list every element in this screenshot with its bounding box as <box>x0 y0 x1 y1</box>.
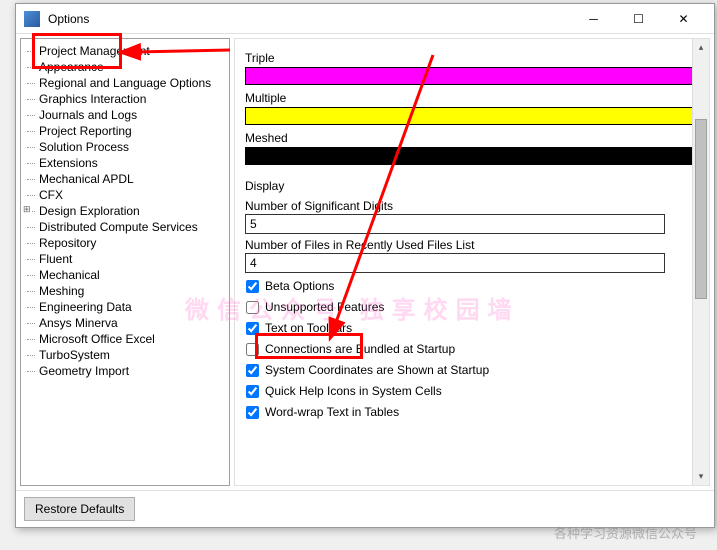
beta-options-checkbox[interactable] <box>246 280 259 293</box>
tree-item-appearance[interactable]: Appearance <box>21 59 229 75</box>
tree-item-extensions[interactable]: Extensions <box>21 155 229 171</box>
tree-item-regional[interactable]: Regional and Language Options <box>21 75 229 91</box>
scroll-down-icon[interactable]: ▾ <box>693 468 709 485</box>
tree-item-distributed[interactable]: Distributed Compute Services <box>21 219 229 235</box>
watermark-text: 各种学习资源微信公众号 <box>554 523 697 542</box>
tree-item-mechanical[interactable]: Mechanical <box>21 267 229 283</box>
toolbars-label: Text on Toolbars <box>265 321 352 335</box>
tree-item-fluent[interactable]: Fluent <box>21 251 229 267</box>
tree-item-project-management[interactable]: Project Management <box>21 43 229 59</box>
digits-input[interactable] <box>245 214 665 234</box>
beta-options-row[interactable]: Beta Options <box>245 278 699 294</box>
quickhelp-checkbox[interactable] <box>246 385 259 398</box>
close-button[interactable]: ✕ <box>661 4 706 34</box>
unsupported-checkbox[interactable] <box>246 301 259 314</box>
dialog-footer: Restore Defaults <box>16 490 714 527</box>
tree-item-turbosystem[interactable]: TurboSystem <box>21 347 229 363</box>
restore-defaults-button[interactable]: Restore Defaults <box>24 497 135 521</box>
quickhelp-row[interactable]: Quick Help Icons in System Cells <box>245 383 699 399</box>
window-title: Options <box>48 12 571 26</box>
unsupported-label: Unsupported Features <box>265 300 384 314</box>
tree-item-cfx[interactable]: CFX <box>21 187 229 203</box>
wordwrap-row[interactable]: Word-wrap Text in Tables <box>245 404 699 420</box>
display-section-title: Display <box>245 179 699 193</box>
tree-item-engineering-data[interactable]: Engineering Data <box>21 299 229 315</box>
multiple-color-picker[interactable] <box>245 107 699 125</box>
maximize-button[interactable]: ☐ <box>616 4 661 34</box>
digits-label: Number of Significant Digits <box>245 199 699 213</box>
wordwrap-label: Word-wrap Text in Tables <box>265 405 399 419</box>
tree-item-journals[interactable]: Journals and Logs <box>21 107 229 123</box>
tree-item-meshing[interactable]: Meshing <box>21 283 229 299</box>
coords-row[interactable]: System Coordinates are Shown at Startup <box>245 362 699 378</box>
recent-files-input[interactable] <box>245 253 665 273</box>
coords-label: System Coordinates are Shown at Startup <box>265 363 489 377</box>
tree-item-repository[interactable]: Repository <box>21 235 229 251</box>
scroll-thumb[interactable] <box>695 119 707 299</box>
tree-item-reporting[interactable]: Project Reporting <box>21 123 229 139</box>
unsupported-row[interactable]: Unsupported Features <box>245 299 699 315</box>
tree-item-graphics[interactable]: Graphics Interaction <box>21 91 229 107</box>
category-tree[interactable]: Project Management Appearance Regional a… <box>20 38 230 486</box>
recent-files-label: Number of Files in Recently Used Files L… <box>245 238 699 252</box>
minimize-button[interactable]: ─ <box>571 4 616 34</box>
titlebar: Options ─ ☐ ✕ <box>16 4 714 34</box>
connections-label: Connections are Bundled at Startup <box>265 342 455 356</box>
app-icon <box>24 11 40 27</box>
tree-item-design-exploration[interactable]: Design Exploration <box>21 203 229 219</box>
tree-item-solution[interactable]: Solution Process <box>21 139 229 155</box>
tree-item-office-excel[interactable]: Microsoft Office Excel <box>21 331 229 347</box>
toolbars-row[interactable]: Text on Toolbars <box>245 320 699 336</box>
connections-row[interactable]: Connections are Bundled at Startup <box>245 341 699 357</box>
tree-item-geometry-import[interactable]: Geometry Import <box>21 363 229 379</box>
triple-color-picker[interactable] <box>245 67 699 85</box>
wordwrap-checkbox[interactable] <box>246 406 259 419</box>
tree-item-ansys-minerva[interactable]: Ansys Minerva <box>21 315 229 331</box>
panel-scrollbar[interactable]: ▴ ▾ <box>692 39 709 485</box>
meshed-label: Meshed <box>245 131 699 145</box>
coords-checkbox[interactable] <box>246 364 259 377</box>
connections-checkbox[interactable] <box>246 343 259 356</box>
tree-item-mechanical-apdl[interactable]: Mechanical APDL <box>21 171 229 187</box>
triple-label: Triple <box>245 51 699 65</box>
toolbars-checkbox[interactable] <box>246 322 259 335</box>
quickhelp-label: Quick Help Icons in System Cells <box>265 384 442 398</box>
beta-options-label: Beta Options <box>265 279 334 293</box>
settings-panel: Triple Multiple Meshed Display Number of… <box>234 38 710 486</box>
scroll-up-icon[interactable]: ▴ <box>693 39 709 56</box>
meshed-color-picker[interactable] <box>245 147 699 165</box>
options-dialog: Options ─ ☐ ✕ Project Management Appeara… <box>15 3 715 528</box>
multiple-label: Multiple <box>245 91 699 105</box>
